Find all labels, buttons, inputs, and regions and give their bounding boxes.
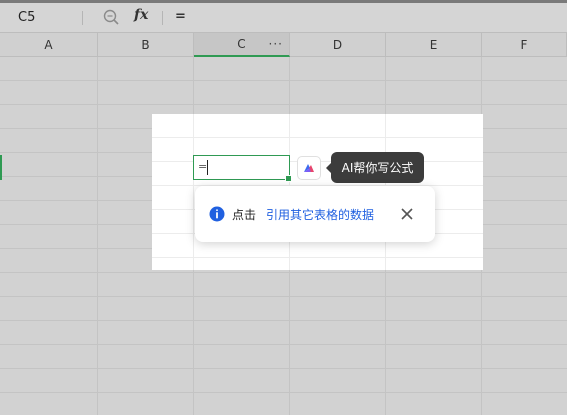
name-box[interactable]: C5 <box>18 10 35 25</box>
more-icon[interactable]: ··· <box>269 37 283 51</box>
active-cell-editor[interactable]: = <box>193 155 292 182</box>
formula-bar-divider <box>162 11 163 25</box>
column-header-e[interactable]: E <box>386 33 482 57</box>
text-caret <box>207 160 208 175</box>
ai-formula-button[interactable] <box>297 156 321 180</box>
info-icon <box>209 206 225 222</box>
column-gridline <box>97 57 98 415</box>
column-header-a[interactable]: A <box>0 33 98 57</box>
column-header-b[interactable]: B <box>98 33 194 57</box>
ai-tooltip: AI帮你写公式 <box>326 152 424 183</box>
column-gridline <box>193 114 194 270</box>
column-header-d[interactable]: D <box>290 33 386 57</box>
formula-input[interactable]: = <box>175 9 186 24</box>
formula-bar-divider <box>82 11 83 25</box>
active-row-marker <box>0 155 2 180</box>
zoom-formula-icon[interactable] <box>103 9 119 25</box>
cell-formula-text: = <box>198 160 208 173</box>
fx-icon[interactable]: fx <box>134 7 148 23</box>
column-header-f[interactable]: F <box>482 33 567 57</box>
reference-hint-popup: 点击 引用其它表格的数据 <box>195 186 435 242</box>
hint-prefix-text: 点击 <box>232 208 257 222</box>
column-header-c[interactable]: C ··· <box>194 33 290 57</box>
close-icon[interactable] <box>399 206 415 222</box>
fill-handle[interactable] <box>285 175 292 182</box>
ai-assistant-icon <box>304 164 314 172</box>
formula-bar: C5 fx = <box>0 3 567 33</box>
reference-other-sheet-link[interactable]: 引用其它表格的数据 <box>266 206 374 223</box>
